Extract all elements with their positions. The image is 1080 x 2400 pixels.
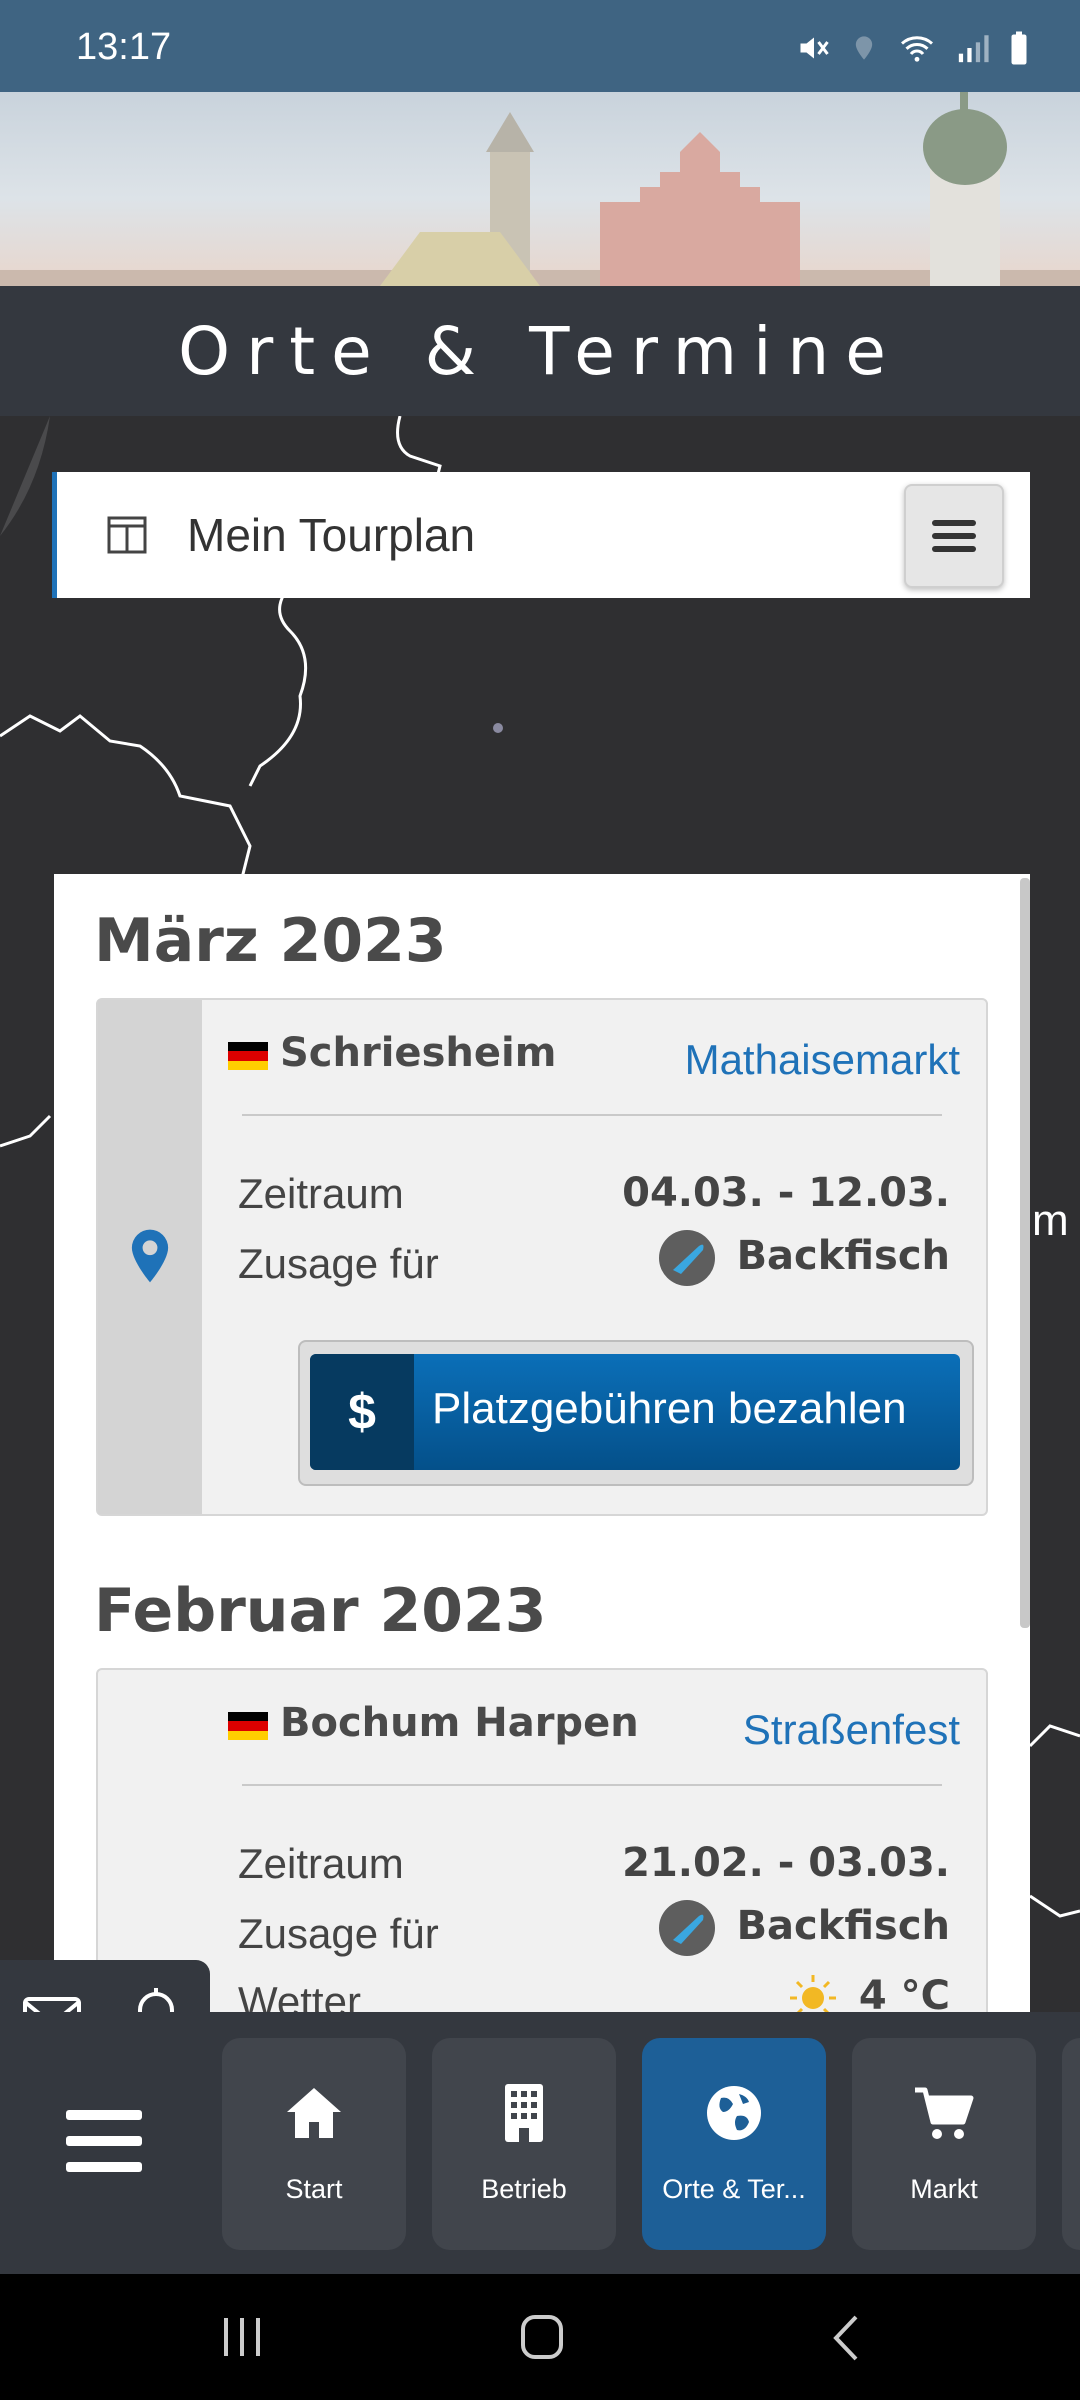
main-menu-icon[interactable] xyxy=(66,2110,142,2172)
commitment-value: Backfisch xyxy=(736,1233,950,1279)
page-header: Orte & Termine xyxy=(0,286,1080,416)
month-heading: Februar 2023 xyxy=(94,1576,547,1646)
home-button-icon[interactable] xyxy=(520,2314,564,2360)
location-icon xyxy=(855,36,873,60)
wifi-icon xyxy=(901,36,933,62)
tab-betrieb[interactable]: Betrieb xyxy=(432,2038,616,2250)
commitment-label: Zusage für xyxy=(238,1240,439,1287)
globe-icon xyxy=(707,2086,761,2140)
tab-markt[interactable]: Markt xyxy=(852,2038,1036,2250)
tourplan-bar[interactable]: Mein Tourplan xyxy=(52,472,1030,598)
pay-fees-label: Platzgebühren bezahlen xyxy=(432,1384,907,1433)
period-value: 21.02. - 03.03. xyxy=(622,1840,950,1886)
dollar-icon: $ xyxy=(310,1354,414,1470)
commitment-value: Backfisch xyxy=(736,1903,950,1949)
weather-value-wrap: 4 °C xyxy=(787,1972,950,2014)
tab-start[interactable]: Start xyxy=(222,2038,406,2250)
event-card[interactable]: Bochum Harpen Straßenfest Zeitraum 21.02… xyxy=(96,1668,988,2014)
tourplan-label: Mein Tourplan xyxy=(187,509,476,561)
cart-icon xyxy=(915,2087,974,2139)
commitment-value-wrap: Backfisch xyxy=(658,1230,950,1286)
tab-label: Markt xyxy=(910,2174,978,2204)
period-label: Zeitraum xyxy=(238,1170,404,1217)
battery-icon xyxy=(1011,31,1027,65)
back-icon[interactable] xyxy=(830,2314,860,2362)
pay-button-frame: $ Platzgebühren bezahlen xyxy=(298,1340,974,1486)
commitment-label: Zusage für xyxy=(238,1910,439,1957)
event-place: Schriesheim xyxy=(280,1030,557,1076)
building-icon xyxy=(505,2084,543,2142)
flag-germany-icon xyxy=(228,1712,268,1740)
mute-icon xyxy=(800,37,829,59)
tab-label: Orte & Ter... xyxy=(662,2174,806,2204)
tab-more[interactable] xyxy=(1062,2038,1080,2250)
divider xyxy=(242,1784,942,1786)
status-icons xyxy=(796,30,1030,66)
page-title: Orte & Termine xyxy=(178,312,902,390)
recent-apps-icon[interactable] xyxy=(220,2316,264,2358)
event-name-link[interactable]: Straßenfest xyxy=(743,1706,960,1754)
event-place: Bochum Harpen xyxy=(280,1700,639,1746)
month-heading: März 2023 xyxy=(94,906,447,976)
divider xyxy=(242,1114,942,1116)
map-pin-icon[interactable] xyxy=(130,1228,170,1284)
columns-icon xyxy=(107,516,147,554)
event-list-panel[interactable]: März 2023 Schriesheim Mathaisemarkt Zeit… xyxy=(54,874,1030,2014)
tab-orte-termine[interactable]: Orte & Ter... xyxy=(642,2038,826,2250)
weather-value: 4 °C xyxy=(858,1973,950,2014)
status-bar: 13:17 xyxy=(0,0,1080,92)
tab-label: Start xyxy=(285,2174,343,2204)
event-card[interactable]: Schriesheim Mathaisemarkt Zeitraum 04.03… xyxy=(96,998,988,1516)
map-label: m xyxy=(1032,1196,1069,1245)
commitment-value-wrap: Backfisch xyxy=(658,1900,950,1956)
flag-germany-icon xyxy=(228,1042,268,1070)
tourplan-menu-button[interactable] xyxy=(904,484,1004,588)
fish-icon xyxy=(658,1230,715,1286)
menu-icon xyxy=(932,520,976,552)
event-name-link[interactable]: Mathaisemarkt xyxy=(685,1036,960,1084)
scrollbar[interactable] xyxy=(1020,878,1030,1628)
tab-label: Betrieb xyxy=(481,2174,567,2204)
pay-fees-button[interactable]: $ Platzgebühren bezahlen xyxy=(310,1354,960,1470)
header-image xyxy=(0,92,1080,286)
system-nav-bar xyxy=(0,2274,1080,2400)
fish-icon xyxy=(658,1900,715,1956)
sun-icon xyxy=(789,1975,836,2014)
period-value: 04.03. - 12.03. xyxy=(622,1170,950,1216)
period-label: Zeitraum xyxy=(238,1840,404,1887)
weather-label: Wetter xyxy=(238,1978,361,2014)
signal-icon xyxy=(958,35,989,63)
status-time: 13:17 xyxy=(76,26,172,68)
home-icon xyxy=(287,2088,341,2138)
